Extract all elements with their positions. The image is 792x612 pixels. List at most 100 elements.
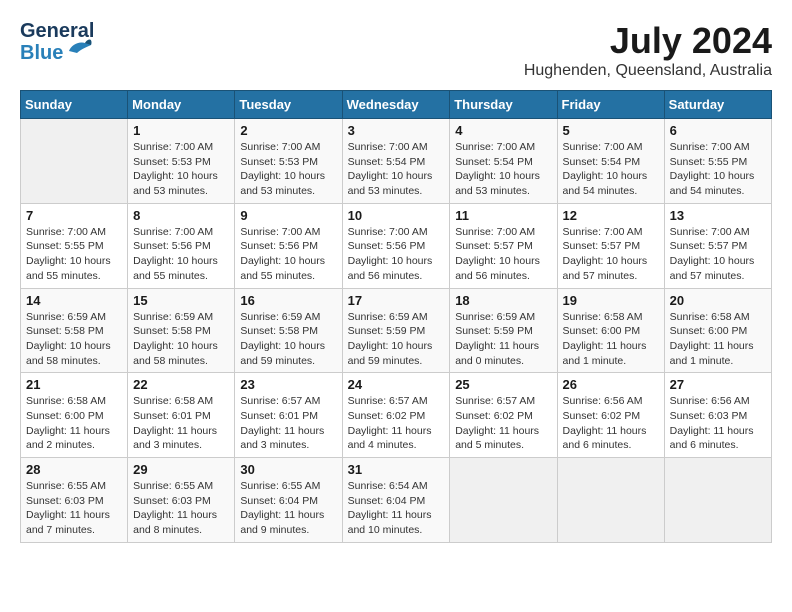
day-number: 11	[455, 208, 551, 223]
day-info: Sunrise: 7:00 AMSunset: 5:57 PMDaylight:…	[670, 225, 766, 284]
day-number: 18	[455, 293, 551, 308]
day-info: Sunrise: 7:00 AMSunset: 5:53 PMDaylight:…	[240, 140, 336, 199]
calendar-day-cell	[450, 458, 557, 543]
day-number: 25	[455, 377, 551, 392]
day-number: 10	[348, 208, 445, 223]
calendar-day-cell: 15 Sunrise: 6:59 AMSunset: 5:58 PMDayligh…	[128, 288, 235, 373]
day-info: Sunrise: 6:57 AMSunset: 6:02 PMDaylight:…	[348, 394, 445, 453]
calendar-day-cell	[557, 458, 664, 543]
day-number: 19	[563, 293, 659, 308]
calendar-day-cell: 18 Sunrise: 6:59 AMSunset: 5:59 PMDayligh…	[450, 288, 557, 373]
day-number: 6	[670, 123, 766, 138]
calendar-day-cell: 27Sunrise: 6:56 AMSunset: 6:03 PMDayligh…	[664, 373, 771, 458]
day-number: 23	[240, 377, 336, 392]
calendar-day-cell: 12Sunrise: 7:00 AMSunset: 5:57 PMDayligh…	[557, 203, 664, 288]
calendar-body: 1 Sunrise: 7:00 AMSunset: 5:53 PMDaylight…	[21, 119, 772, 543]
calendar-day-cell: 21 Sunrise: 6:58 AMSunset: 6:00 PMDayligh…	[21, 373, 128, 458]
calendar-day-cell: 22Sunrise: 6:58 AMSunset: 6:01 PMDayligh…	[128, 373, 235, 458]
day-info: Sunrise: 6:54 AMSunset: 6:04 PMDaylight:…	[348, 479, 445, 538]
day-number: 9	[240, 208, 336, 223]
calendar-day-cell: 11 Sunrise: 7:00 AMSunset: 5:57 PMDayligh…	[450, 203, 557, 288]
calendar-day-cell: 13 Sunrise: 7:00 AMSunset: 5:57 PMDayligh…	[664, 203, 771, 288]
calendar-day-cell: 19 Sunrise: 6:58 AMSunset: 6:00 PMDayligh…	[557, 288, 664, 373]
calendar-day-cell: 14 Sunrise: 6:59 AMSunset: 5:58 PMDayligh…	[21, 288, 128, 373]
day-info: Sunrise: 7:00 AMSunset: 5:54 PMDaylight:…	[348, 140, 445, 199]
logo-blue: Blue	[20, 42, 63, 64]
day-info: Sunrise: 6:59 AMSunset: 5:58 PMDaylight:…	[26, 310, 122, 369]
month-title: July 2024	[524, 20, 772, 62]
day-number: 21	[26, 377, 122, 392]
day-number: 31	[348, 462, 445, 477]
day-info: Sunrise: 6:56 AMSunset: 6:03 PMDaylight:…	[670, 394, 766, 453]
calendar-day-cell	[21, 119, 128, 204]
day-number: 13	[670, 208, 766, 223]
calendar-day-cell: 30 Sunrise: 6:55 AMSunset: 6:04 PMDayligh…	[235, 458, 342, 543]
calendar-day-cell: 1 Sunrise: 7:00 AMSunset: 5:53 PMDaylight…	[128, 119, 235, 204]
calendar-day-cell: 31 Sunrise: 6:54 AMSunset: 6:04 PMDayligh…	[342, 458, 450, 543]
day-number: 3	[348, 123, 445, 138]
calendar-day-cell	[664, 458, 771, 543]
calendar-day-cell: 25 Sunrise: 6:57 AMSunset: 6:02 PMDayligh…	[450, 373, 557, 458]
day-info: Sunrise: 6:55 AMSunset: 6:03 PMDaylight:…	[26, 479, 122, 538]
day-info: Sunrise: 6:55 AMSunset: 6:04 PMDaylight:…	[240, 479, 336, 538]
calendar-week-row: 7Sunrise: 7:00 AMSunset: 5:55 PMDaylight…	[21, 203, 772, 288]
day-info: Sunrise: 6:59 AMSunset: 5:58 PMDaylight:…	[133, 310, 229, 369]
calendar-day-cell: 16 Sunrise: 6:59 AMSunset: 5:58 PMDayligh…	[235, 288, 342, 373]
day-info: Sunrise: 6:58 AMSunset: 6:00 PMDaylight:…	[563, 310, 659, 369]
weekday-header-cell: Saturday	[664, 91, 771, 119]
calendar-week-row: 14 Sunrise: 6:59 AMSunset: 5:58 PMDayligh…	[21, 288, 772, 373]
weekday-header-cell: Thursday	[450, 91, 557, 119]
day-info: Sunrise: 6:59 AMSunset: 5:58 PMDaylight:…	[240, 310, 336, 369]
day-number: 26	[563, 377, 659, 392]
day-info: Sunrise: 7:00 AMSunset: 5:57 PMDaylight:…	[455, 225, 551, 284]
day-number: 4	[455, 123, 551, 138]
header: General Blue July 2024 Hughenden, Queens…	[20, 20, 772, 80]
day-number: 29	[133, 462, 229, 477]
day-info: Sunrise: 6:56 AMSunset: 6:02 PMDaylight:…	[563, 394, 659, 453]
day-info: Sunrise: 7:00 AMSunset: 5:56 PMDaylight:…	[348, 225, 445, 284]
weekday-header-row: SundayMondayTuesdayWednesdayThursdayFrid…	[21, 91, 772, 119]
calendar-day-cell: 8Sunrise: 7:00 AMSunset: 5:56 PMDaylight…	[128, 203, 235, 288]
day-info: Sunrise: 6:59 AMSunset: 5:59 PMDaylight:…	[455, 310, 551, 369]
day-number: 24	[348, 377, 445, 392]
day-info: Sunrise: 7:00 AMSunset: 5:53 PMDaylight:…	[133, 140, 229, 199]
calendar-day-cell: 2 Sunrise: 7:00 AMSunset: 5:53 PMDaylight…	[235, 119, 342, 204]
day-info: Sunrise: 6:59 AMSunset: 5:59 PMDaylight:…	[348, 310, 445, 369]
calendar-day-cell: 28Sunrise: 6:55 AMSunset: 6:03 PMDayligh…	[21, 458, 128, 543]
day-number: 1	[133, 123, 229, 138]
day-info: Sunrise: 6:57 AMSunset: 6:02 PMDaylight:…	[455, 394, 551, 453]
weekday-header-cell: Sunday	[21, 91, 128, 119]
calendar-day-cell: 3 Sunrise: 7:00 AMSunset: 5:54 PMDaylight…	[342, 119, 450, 204]
day-number: 12	[563, 208, 659, 223]
day-number: 5	[563, 123, 659, 138]
calendar-week-row: 21 Sunrise: 6:58 AMSunset: 6:00 PMDayligh…	[21, 373, 772, 458]
day-number: 16	[240, 293, 336, 308]
day-number: 30	[240, 462, 336, 477]
day-info: Sunrise: 7:00 AMSunset: 5:56 PMDaylight:…	[240, 225, 336, 284]
calendar-day-cell: 7Sunrise: 7:00 AMSunset: 5:55 PMDaylight…	[21, 203, 128, 288]
calendar-week-row: 28Sunrise: 6:55 AMSunset: 6:03 PMDayligh…	[21, 458, 772, 543]
day-number: 2	[240, 123, 336, 138]
title-section: July 2024 Hughenden, Queensland, Austral…	[524, 20, 772, 80]
weekday-header-cell: Friday	[557, 91, 664, 119]
day-info: Sunrise: 6:58 AMSunset: 6:00 PMDaylight:…	[26, 394, 122, 453]
calendar-day-cell: 4Sunrise: 7:00 AMSunset: 5:54 PMDaylight…	[450, 119, 557, 204]
day-number: 20	[670, 293, 766, 308]
location-title: Hughenden, Queensland, Australia	[524, 62, 772, 80]
day-info: Sunrise: 7:00 AMSunset: 5:56 PMDaylight:…	[133, 225, 229, 284]
calendar: SundayMondayTuesdayWednesdayThursdayFrid…	[20, 90, 772, 543]
day-number: 15	[133, 293, 229, 308]
calendar-day-cell: 20Sunrise: 6:58 AMSunset: 6:00 PMDayligh…	[664, 288, 771, 373]
calendar-day-cell: 5Sunrise: 7:00 AMSunset: 5:54 PMDaylight…	[557, 119, 664, 204]
day-info: Sunrise: 6:58 AMSunset: 6:01 PMDaylight:…	[133, 394, 229, 453]
calendar-day-cell: 6 Sunrise: 7:00 AMSunset: 5:55 PMDaylight…	[664, 119, 771, 204]
calendar-day-cell: 17Sunrise: 6:59 AMSunset: 5:59 PMDayligh…	[342, 288, 450, 373]
calendar-week-row: 1 Sunrise: 7:00 AMSunset: 5:53 PMDaylight…	[21, 119, 772, 204]
weekday-header-cell: Wednesday	[342, 91, 450, 119]
calendar-day-cell: 29Sunrise: 6:55 AMSunset: 6:03 PMDayligh…	[128, 458, 235, 543]
day-info: Sunrise: 7:00 AMSunset: 5:55 PMDaylight:…	[670, 140, 766, 199]
day-number: 14	[26, 293, 122, 308]
weekday-header-cell: Monday	[128, 91, 235, 119]
calendar-day-cell: 26 Sunrise: 6:56 AMSunset: 6:02 PMDayligh…	[557, 373, 664, 458]
day-info: Sunrise: 7:00 AMSunset: 5:55 PMDaylight:…	[26, 225, 122, 284]
